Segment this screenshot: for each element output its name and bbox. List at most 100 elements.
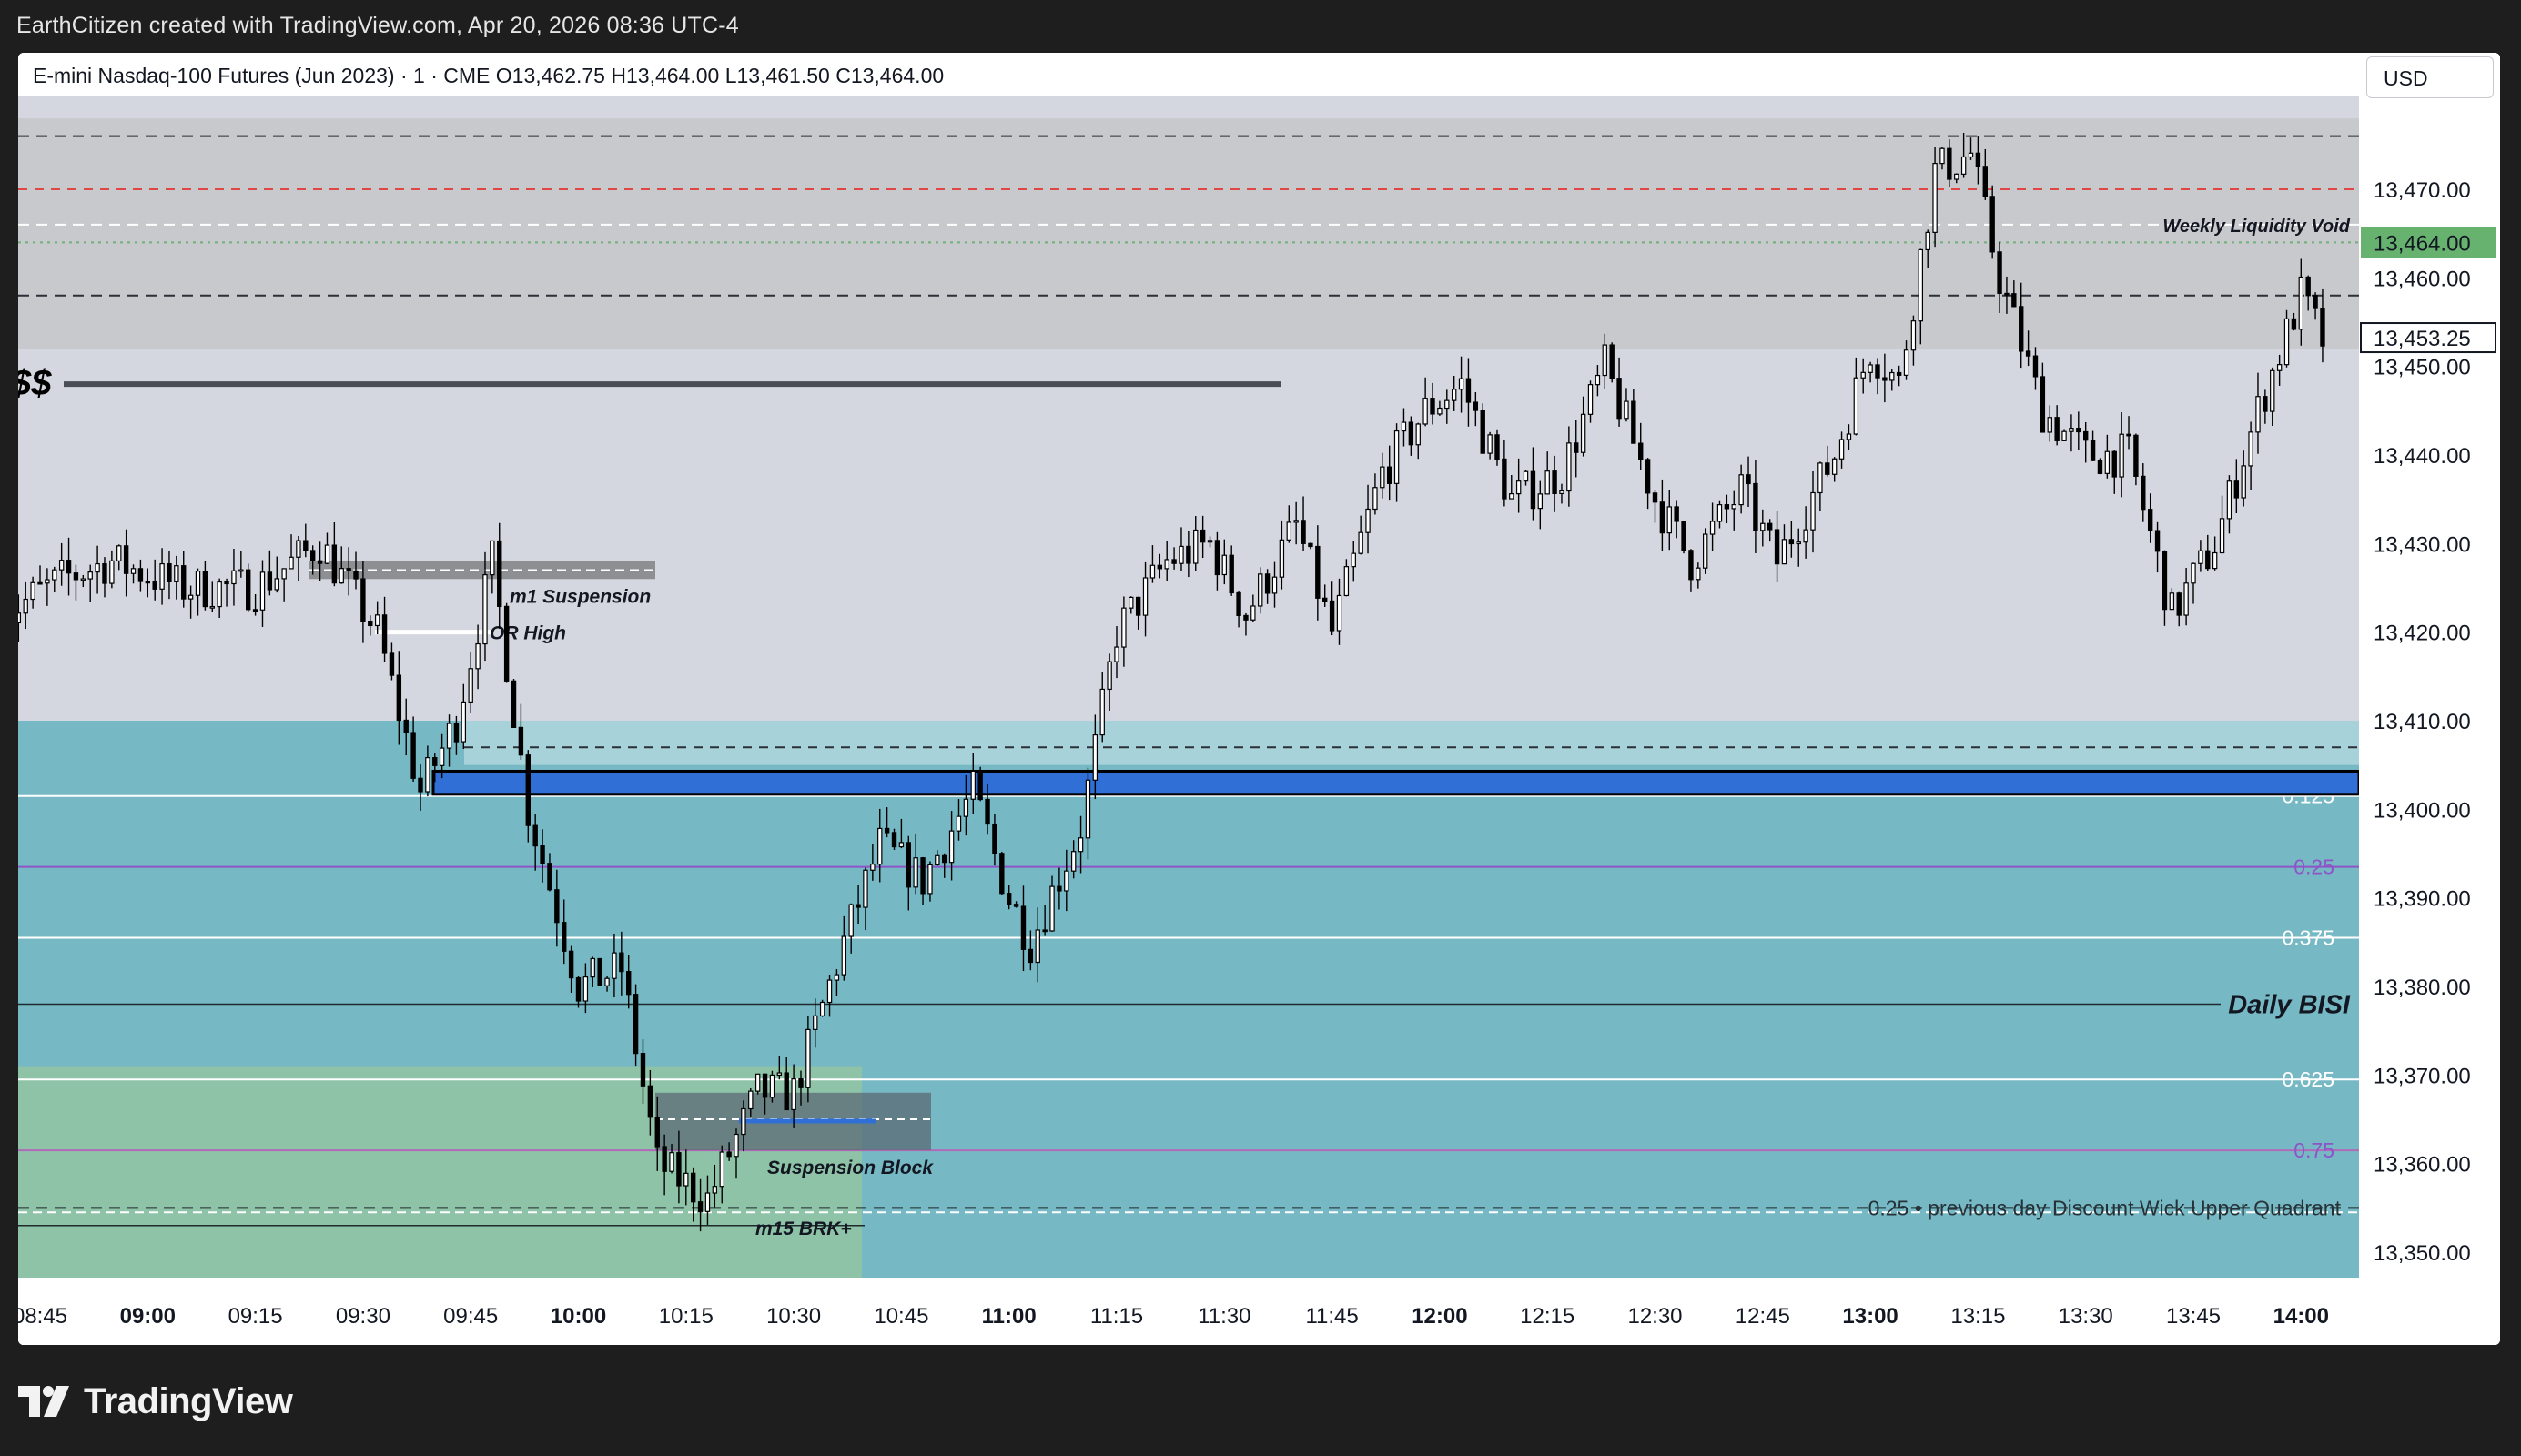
tradingview-logo[interactable]: TradingView <box>18 1380 293 1423</box>
candle-up <box>461 701 467 743</box>
candle-down <box>2233 480 2240 499</box>
currency-selector[interactable]: USD <box>2366 56 2494 98</box>
candle-up <box>1860 371 1866 379</box>
candle-up <box>490 540 495 576</box>
candle-up <box>2276 364 2283 371</box>
time-axis-label: 10:45 <box>874 1304 928 1329</box>
candle-up <box>2241 465 2246 499</box>
candle-up <box>1372 487 1378 511</box>
candle-down <box>1042 929 1048 933</box>
candle-up <box>130 568 137 574</box>
time-axis-label: 13:45 <box>2166 1304 2221 1329</box>
candle-up <box>1796 541 1801 545</box>
candle-up <box>1810 491 1816 531</box>
candle-up <box>231 570 237 585</box>
ohlc-high: H13,464.00 <box>611 64 720 87</box>
candle-down <box>1430 398 1435 415</box>
candle-up <box>1149 564 1156 579</box>
candle-down <box>1157 564 1163 570</box>
candle-down <box>999 853 1005 895</box>
candle-down <box>1502 458 1507 500</box>
candle-down <box>2054 417 2060 441</box>
candle-down <box>346 568 351 571</box>
candle-up <box>819 1001 825 1016</box>
candle-down <box>1236 592 1241 617</box>
candle-up <box>18 612 22 624</box>
ohlc-close: C13,464.00 <box>835 64 945 87</box>
candle-down <box>1767 522 1773 531</box>
price-axis-tick: 13,470.00 <box>2374 178 2471 203</box>
candle-up <box>1918 248 1924 322</box>
chart-frame[interactable]: 0.1250.250.3750.6250.75$$m1 SuspensionOR… <box>18 53 2500 1345</box>
candle-down <box>2305 276 2311 297</box>
candle-up <box>1358 531 1363 554</box>
candle-up <box>669 1152 674 1172</box>
candle-down <box>547 863 552 891</box>
candle-down <box>1028 948 1034 964</box>
candle-up <box>1458 378 1464 390</box>
candlestick-chart[interactable]: 0.1250.250.3750.6250.75$$m1 SuspensionOR… <box>18 53 2500 1345</box>
candle-up <box>1422 398 1428 425</box>
candle-down <box>2154 530 2161 552</box>
candle-up <box>1415 423 1421 446</box>
candle-down <box>2313 295 2318 309</box>
candle-up <box>805 1028 811 1088</box>
candle-up <box>2298 276 2303 330</box>
m1-suspension-label: m1 Suspension <box>510 587 651 608</box>
candle-up <box>2169 592 2175 611</box>
candle-up <box>1401 421 1407 432</box>
candle-up <box>1738 474 1744 506</box>
candle-up <box>174 565 179 582</box>
candle-down <box>360 578 366 622</box>
time-axis-label: 12:15 <box>1520 1304 1574 1329</box>
candle-down <box>1552 470 1557 494</box>
candle-up <box>116 545 122 561</box>
candle-up <box>1960 156 1967 175</box>
candle-down <box>906 842 911 888</box>
candle-up <box>776 1072 783 1077</box>
candle-down <box>1322 597 1328 602</box>
price-axis-tick: 13,410.00 <box>2374 710 2471 734</box>
tradingview-wordmark: TradingView <box>84 1380 293 1421</box>
candle-down <box>2004 292 2010 296</box>
price-axis-tick: 13,360.00 <box>2374 1153 2471 1178</box>
time-axis-label: 13:15 <box>1950 1304 2005 1329</box>
candle-up <box>604 977 610 986</box>
candle-down <box>1200 529 1206 543</box>
candle-up <box>1781 539 1787 565</box>
candle-down <box>246 569 251 611</box>
candle-up <box>1831 458 1838 475</box>
candle-up <box>826 979 833 1004</box>
candle-down <box>1243 614 1249 621</box>
candle-up <box>1107 661 1112 691</box>
candle-up <box>1343 566 1350 597</box>
candle-up <box>683 1172 689 1187</box>
candle-down <box>1724 504 1730 510</box>
time-axis-label: 11:45 <box>1305 1304 1358 1329</box>
time-axis-label: 09:00 <box>120 1304 176 1329</box>
candle-up <box>712 1186 718 1194</box>
m15-brk-label: m15 BRK+ <box>755 1218 852 1239</box>
candle-down <box>1645 459 1651 494</box>
candle-down <box>1631 400 1636 444</box>
candle-up <box>2270 369 2275 412</box>
candle-up <box>425 756 430 793</box>
candle-up <box>1846 433 1852 440</box>
price-axis-tick: 13,430.00 <box>2374 532 2471 557</box>
candle-up <box>446 723 452 749</box>
candle-up <box>754 1073 761 1092</box>
candle-down <box>123 545 129 574</box>
or-high-label: OR High <box>490 623 566 644</box>
candle-up <box>1487 434 1493 454</box>
candle-up <box>1129 596 1134 609</box>
ohlc-open: O13,462.75 <box>495 64 605 87</box>
candle-up <box>45 579 50 584</box>
candle-down <box>2011 293 2017 308</box>
time-axis-label: 12:45 <box>1736 1304 1790 1329</box>
candle-down <box>1681 521 1686 551</box>
candle-up <box>834 974 840 981</box>
candle-up <box>956 815 962 832</box>
candle-up <box>259 571 266 611</box>
candle-up <box>1703 533 1708 569</box>
candle-down <box>252 609 258 612</box>
